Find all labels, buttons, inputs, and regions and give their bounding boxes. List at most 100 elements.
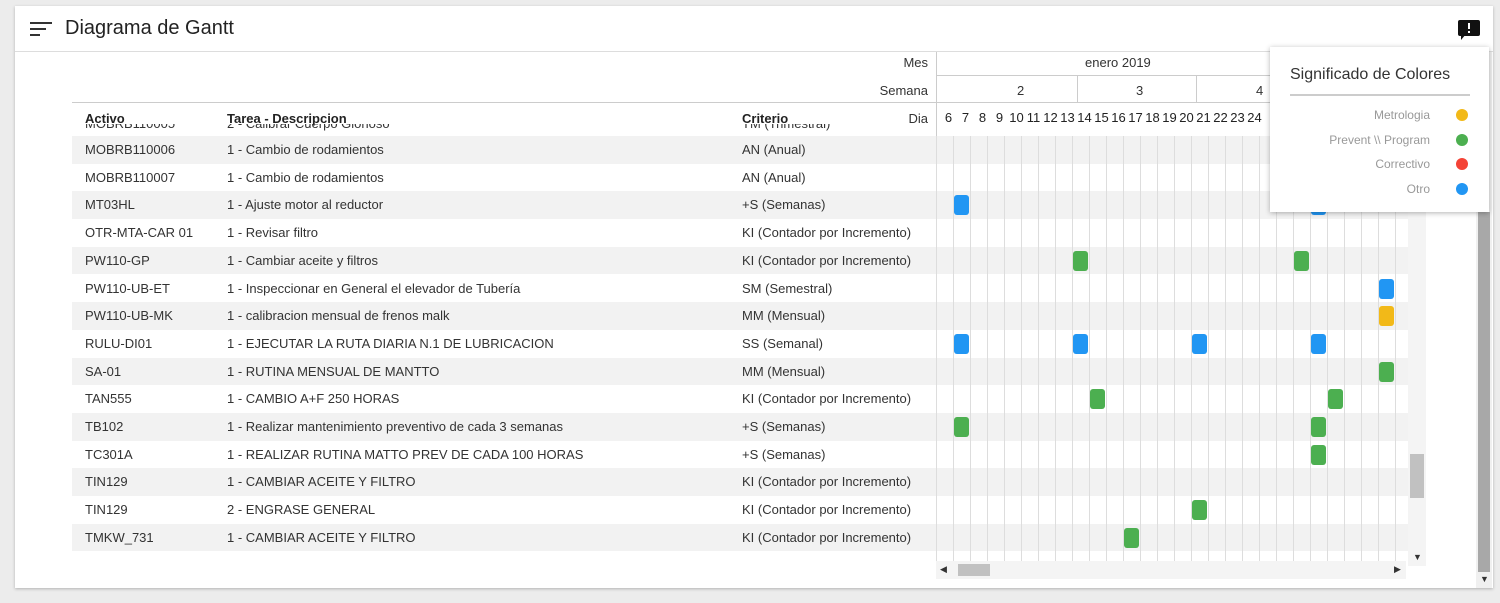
cell-activo: MOBRB110006 — [85, 142, 176, 157]
day-gridline — [1242, 136, 1243, 566]
gantt-task-bar[interactable] — [1073, 333, 1088, 354]
gantt-task-bar[interactable] — [1090, 389, 1105, 410]
day-gridline — [1055, 136, 1056, 566]
gantt-task-bar[interactable] — [1379, 361, 1394, 382]
scroll-right-arrow[interactable]: ▶ — [1394, 564, 1401, 575]
legend-label: Prevent \\ Program — [1329, 132, 1430, 147]
comment-icon[interactable] — [1458, 20, 1480, 40]
legend-item: Prevent \\ Program — [1290, 130, 1470, 150]
cell-criterio: KI (Contador por Incremento) — [742, 252, 912, 268]
day-gridline — [1089, 136, 1090, 566]
gantt-card: Diagrama de Gantt Mes Semana Dia enero 2… — [15, 6, 1493, 588]
cell-activo: PW110-UB-ET — [85, 280, 170, 296]
gantt-task-bar[interactable] — [1124, 527, 1139, 548]
grid-row-band — [936, 302, 1408, 330]
grid-row-band — [936, 246, 1408, 275]
week-divider — [1196, 75, 1197, 103]
horizontal-scroll-thumb[interactable] — [958, 564, 990, 576]
legend-label: Correctivo — [1375, 157, 1430, 171]
month-label: Mes — [903, 55, 928, 70]
legend-title: Significado de Colores — [1290, 66, 1451, 83]
gantt-task-bar[interactable] — [1311, 444, 1326, 465]
gantt-task-bar[interactable] — [1073, 250, 1088, 271]
day-gridline — [987, 136, 988, 566]
cell-activo: TAN555 — [85, 391, 132, 407]
cell-criterio: AN (Anual) — [742, 142, 806, 157]
gantt-task-bar[interactable] — [1379, 306, 1394, 327]
page-scroll-down-arrow[interactable]: ▼ — [1480, 574, 1489, 584]
week-number: 4 — [1256, 83, 1264, 98]
card-header: Diagrama de Gantt — [15, 6, 1493, 52]
page-scroll-thumb[interactable] — [1478, 212, 1490, 572]
week-row-divider — [72, 102, 1376, 103]
grid-row-band — [936, 357, 1408, 386]
legend-label: Metrologia — [1373, 108, 1430, 122]
cell-criterio: AN (Anual) — [742, 169, 806, 185]
day-number: 20 — [1179, 110, 1194, 125]
cell-tarea: 1 - RUTINA MENSUAL DE MANTTO — [227, 363, 440, 379]
week-number: 2 — [1017, 83, 1025, 98]
day-gridline — [1123, 136, 1124, 566]
day-gridline — [1140, 136, 1141, 566]
week-label: Semana — [879, 83, 928, 98]
legend-item: Metrologia — [1290, 105, 1470, 125]
vertical-scroll-thumb[interactable] — [1410, 454, 1424, 498]
cell-tarea: 1 - REALIZAR RUTINA MATTO PREV DE CADA 1… — [227, 446, 584, 462]
cell-activo: PW110-GP — [85, 252, 150, 268]
cell-tarea: 1 - Cambio de rodamientos — [227, 169, 384, 185]
day-gridline — [1259, 136, 1260, 566]
cell-tarea: 1 - CAMBIAR ACEITE Y FILTRO — [227, 529, 416, 545]
day-number: 17 — [1128, 110, 1143, 125]
week-divider — [1077, 75, 1078, 103]
cell-tarea: 1 - calibracion mensual de frenos malk — [227, 308, 450, 324]
day-number: 21 — [1196, 110, 1211, 125]
gantt-task-bar[interactable] — [1192, 333, 1207, 354]
legend-item: Correctivo — [1290, 154, 1470, 174]
page-title: Diagrama de Gantt — [65, 17, 234, 39]
cell-activo: TIN129 — [85, 502, 128, 518]
scroll-down-arrow[interactable]: ▼ — [1413, 552, 1422, 562]
day-number: 16 — [1111, 110, 1126, 125]
gantt-task-bar[interactable] — [1311, 333, 1326, 354]
color-legend: Significado de Colores Metrologia Prevent… — [1270, 47, 1489, 212]
legend-divider — [1290, 94, 1470, 96]
gantt-task-bar[interactable] — [1192, 500, 1207, 521]
legend-label: Otro — [1406, 181, 1430, 196]
day-number: 13 — [1060, 110, 1075, 125]
scroll-left-arrow[interactable]: ◀ — [940, 564, 947, 575]
gantt-task-bar[interactable] — [1328, 389, 1343, 410]
cell-criterio: KI (Contador por Incremento) — [742, 474, 912, 490]
cell-criterio: KI (Contador por Incremento) — [742, 391, 912, 407]
menu-icon[interactable] — [30, 21, 52, 37]
grid-horizontal-scrollbar[interactable]: ◀ ▶ — [936, 561, 1406, 579]
cell-activo: TB102 — [85, 419, 124, 434]
day-number: 10 — [1009, 110, 1024, 125]
gantt-task-bar[interactable] — [1294, 250, 1309, 271]
cell-tarea: 1 - Cambiar aceite y filtros — [227, 252, 378, 268]
day-number: 24 — [1247, 110, 1262, 125]
grid-row-band — [936, 468, 1408, 497]
day-gridline — [1225, 136, 1226, 566]
cell-criterio: KI (Contador por Incremento) — [742, 225, 912, 241]
legend-color-dot — [1456, 133, 1468, 146]
day-gridline — [1021, 136, 1022, 566]
day-gridline — [1038, 136, 1039, 566]
gantt-task-bar[interactable] — [954, 195, 969, 216]
day-gridline — [970, 136, 971, 566]
cell-criterio: +S (Semanas) — [742, 446, 826, 462]
day-number: 23 — [1230, 110, 1245, 125]
cell-tarea: 1 - Revisar filtro — [227, 225, 319, 241]
gantt-task-bar[interactable] — [954, 333, 969, 354]
cell-activo: TIN129 — [85, 474, 128, 490]
gantt-task-bar[interactable] — [1379, 278, 1394, 299]
day-number: 19 — [1162, 110, 1177, 125]
grid-row-band — [936, 413, 1408, 441]
legend-color-dot — [1456, 158, 1468, 170]
day-gridline — [936, 136, 937, 566]
day-number: 22 — [1213, 110, 1228, 125]
gantt-task-bar[interactable] — [954, 417, 969, 437]
cell-criterio: SM (Semestral) — [742, 280, 833, 296]
cell-criterio: KI (Contador por Incremento) — [742, 529, 912, 545]
gantt-task-bar[interactable] — [1311, 417, 1326, 437]
cell-tarea: 1 - Inspeccionar en General el elevador … — [227, 280, 521, 296]
